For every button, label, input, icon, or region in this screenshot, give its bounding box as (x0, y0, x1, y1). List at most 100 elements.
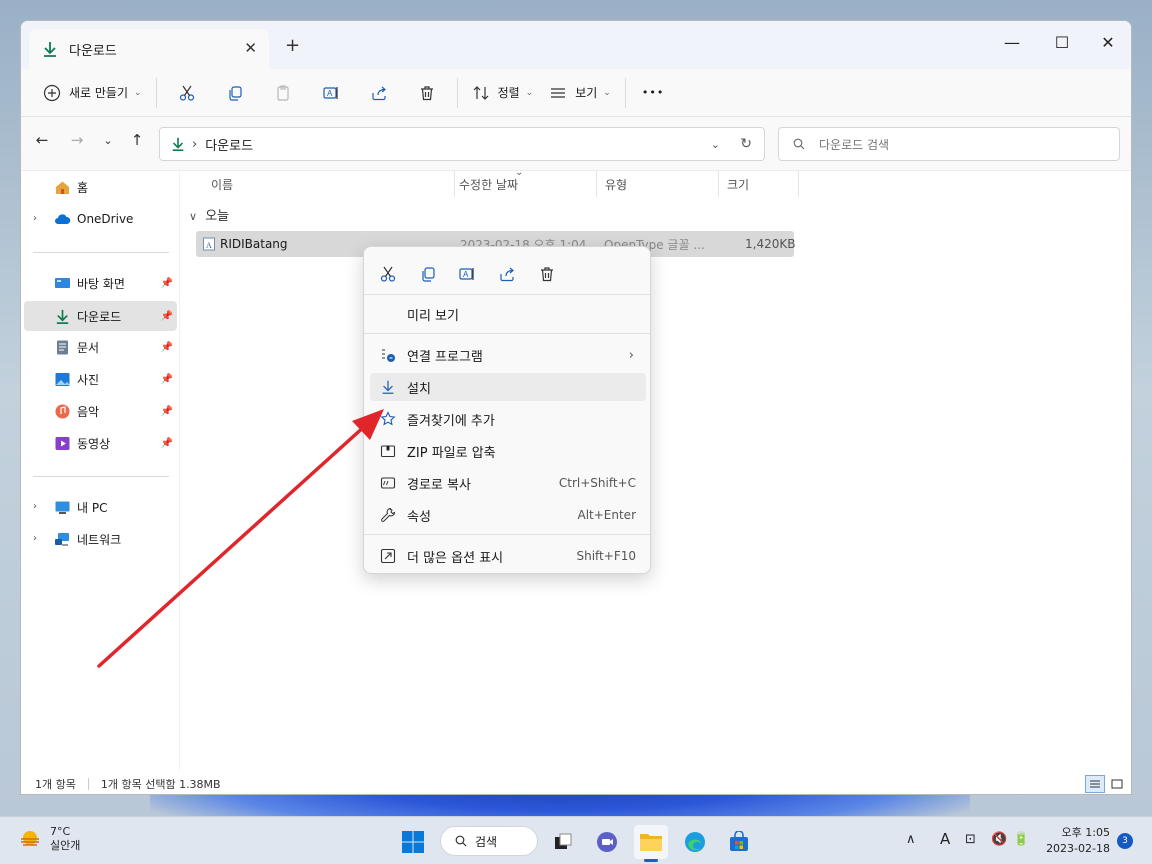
context-item-properties[interactable]: 속성 Alt+Enter (370, 501, 646, 529)
new-item-button[interactable]: 새로 만들기 ⌄ (35, 77, 150, 109)
pin-icon[interactable]: 📌 (161, 406, 173, 417)
view-button[interactable]: 보기 ⌄ (541, 77, 619, 109)
sidebar-item-documents[interactable]: 문서 📌 (24, 333, 177, 361)
column-header-size[interactable]: 크기 (719, 171, 799, 197)
taskbar: 7°C 실안개 검색 ∧ A ⊡ 🔇 🔋 오후 1:05 2023-02-18 … (0, 816, 1152, 864)
sidebar-item-downloads[interactable]: 다운로드 📌 (24, 301, 177, 331)
context-item-install[interactable]: 설치 (370, 373, 646, 401)
context-item-label: 연결 프로그램 (407, 349, 483, 365)
chat-app-button[interactable] (590, 825, 624, 859)
delete-button[interactable] (403, 77, 451, 109)
tab-downloads[interactable]: 다운로드 ✕ (29, 29, 269, 69)
context-copy-button[interactable] (413, 259, 443, 289)
context-rename-button[interactable]: A (452, 259, 482, 289)
sidebar-item-desktop[interactable]: 바탕 화면 📌 (24, 269, 177, 297)
sidebar-item-pictures[interactable]: 사진 📌 (24, 365, 177, 393)
new-item-label: 새로 만들기 (69, 86, 129, 100)
volume-muted-icon[interactable]: 🔇 (991, 832, 1007, 847)
close-tab-icon[interactable]: ✕ (244, 39, 257, 57)
context-item-preview[interactable]: 미리 보기 (370, 300, 646, 328)
chevron-down-icon[interactable]: ⌄ (711, 138, 720, 151)
ime-indicator-icon[interactable]: A (940, 830, 950, 848)
pin-icon[interactable]: 📌 (161, 311, 173, 322)
sidebar-item-label: 내 PC (77, 500, 108, 515)
context-cut-button[interactable] (373, 259, 403, 289)
file-explorer-taskbar-button[interactable] (634, 825, 668, 862)
file-size: 1,420KB (745, 237, 796, 251)
cut-button[interactable] (163, 77, 211, 109)
video-icon (54, 435, 71, 452)
column-header-name[interactable]: 이름 (203, 171, 455, 197)
copy-path-icon (378, 473, 398, 493)
clipboard-icon (276, 84, 289, 101)
address-bar[interactable]: › 다운로드 ⌄ ↻ (159, 127, 765, 161)
clock-date: 2023-02-18 (1046, 842, 1110, 855)
sidebar-item-videos[interactable]: 동영상 📌 (24, 429, 177, 457)
details-view-button[interactable] (1085, 775, 1105, 793)
context-item-open-with[interactable]: 연결 프로그램 › (370, 341, 646, 369)
pc-icon (54, 499, 71, 516)
folder-icon (640, 834, 662, 851)
system-clock[interactable]: 오후 1:05 2023-02-18 (1036, 825, 1110, 857)
minimize-button[interactable]: — (989, 27, 1035, 57)
taskbar-search[interactable]: 검색 (440, 826, 538, 856)
sidebar-item-home[interactable]: 홈 (24, 173, 177, 201)
pin-icon[interactable]: 📌 (161, 342, 173, 353)
recent-locations-button[interactable]: ⌄ (97, 134, 119, 147)
pin-icon[interactable]: 📌 (161, 278, 173, 289)
store-app-button[interactable] (722, 825, 756, 859)
close-window-button[interactable]: ✕ (1085, 27, 1131, 57)
column-header-label: 크기 (727, 177, 750, 192)
details-view-icon (1090, 780, 1100, 788)
copy-icon (422, 267, 435, 282)
paste-button[interactable] (259, 77, 307, 109)
display-icon[interactable]: ⊡ (965, 832, 976, 847)
chevron-down-icon: ⌄ (525, 87, 534, 98)
share-button[interactable] (355, 77, 403, 109)
pin-icon[interactable]: 📌 (161, 374, 173, 385)
context-menu: A 미리 보기 연결 프로그램 › 설치 즐겨찾기에 추가 ZIP 파일로 압축… (363, 246, 651, 574)
start-button[interactable] (396, 825, 430, 859)
view-list-icon (551, 87, 566, 98)
sidebar-item-music[interactable]: 음악 📌 (24, 397, 177, 425)
toolbar-divider (456, 77, 458, 108)
home-icon (54, 179, 71, 196)
more-options-button[interactable]: ••• (632, 77, 672, 109)
copy-button[interactable] (211, 77, 259, 109)
pin-icon[interactable]: 📌 (161, 438, 173, 449)
context-item-compress-zip[interactable]: ZIP 파일로 압축 (370, 437, 646, 465)
breadcrumb-downloads[interactable]: 다운로드 (205, 135, 253, 154)
weather-widget[interactable]: 7°C 실안개 (18, 825, 80, 853)
context-share-button[interactable] (492, 259, 522, 289)
rename-icon: A (322, 86, 338, 99)
search-box[interactable]: 다운로드 검색 (778, 127, 1120, 161)
back-button[interactable]: ← (31, 131, 53, 149)
tiles-view-button[interactable] (1107, 775, 1127, 793)
sidebar-item-label: 사진 (77, 372, 100, 387)
rename-icon: A (459, 268, 474, 280)
rename-button[interactable]: A (307, 77, 355, 109)
context-item-copy-path[interactable]: 경로로 복사 Ctrl+Shift+C (370, 469, 646, 497)
group-header-today[interactable]: ∨ 오늘 (189, 205, 229, 224)
edge-browser-button[interactable] (678, 825, 712, 859)
task-view-button[interactable] (546, 825, 580, 859)
column-header-label: 유형 (605, 177, 628, 192)
sidebar-item-network[interactable]: 네트워크 (24, 525, 177, 553)
context-item-add-favorite[interactable]: 즐겨찾기에 추가 (370, 405, 646, 433)
up-button[interactable]: ↑ (126, 131, 148, 149)
notification-badge[interactable]: 3 (1117, 833, 1133, 849)
sort-button[interactable]: 정렬 ⌄ (464, 77, 542, 109)
new-tab-button[interactable]: + (285, 35, 300, 56)
forward-button[interactable]: → (66, 131, 88, 149)
context-item-label: 즐겨찾기에 추가 (407, 413, 495, 429)
context-delete-button[interactable] (532, 259, 562, 289)
sidebar-item-onedrive[interactable]: OneDrive (24, 205, 177, 233)
sidebar-item-this-pc[interactable]: 내 PC (24, 493, 177, 521)
context-item-more-options[interactable]: 더 많은 옵션 표시 Shift+F10 (370, 542, 646, 570)
battery-icon[interactable]: 🔋 (1013, 832, 1029, 847)
column-header-type[interactable]: 유형 (597, 171, 719, 197)
chevron-up-icon[interactable]: ∧ (906, 832, 916, 847)
column-header-modified[interactable]: 수정한 날짜 ⌄ (451, 167, 597, 197)
maximize-button[interactable]: ☐ (1039, 27, 1085, 57)
refresh-icon[interactable]: ↻ (740, 136, 752, 152)
